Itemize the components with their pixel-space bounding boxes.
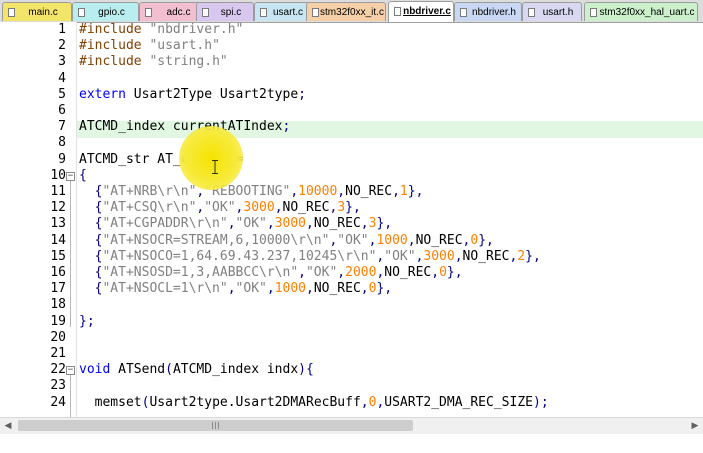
window-bottom (0, 434, 703, 453)
tab-stm32f0xx-it-c[interactable]: stm32f0xx_it.c (306, 2, 386, 21)
line-number: 23 (50, 378, 66, 394)
tab-stm32f0xx-hal-uart-c[interactable]: stm32f0xx_hal_uart.c (584, 2, 698, 21)
file-icon (260, 8, 267, 17)
code-line[interactable]: #include "string.h" (79, 54, 228, 70)
arrow-right-icon[interactable]: ▶ (687, 418, 703, 434)
line-number: 2 (58, 38, 66, 54)
line-number: 24 (50, 394, 66, 410)
file-icon (8, 8, 15, 17)
line-number: 17 (50, 281, 66, 297)
line-number: 9 (58, 151, 66, 167)
file-icon (312, 8, 319, 17)
code-line[interactable]: #include "nbdriver.h" (79, 22, 243, 38)
tab-usart-h[interactable]: usart.h (522, 2, 582, 21)
line-number: 6 (58, 103, 66, 118)
tab-bar: main.c gpio.c adc.c spi.c usart.c stm32f0xx_i… (0, 0, 703, 23)
tab-label: usart.c (272, 7, 303, 18)
code-line[interactable]: {"AT+NSOSD=1,3,AABBCC\r\n","OK",2000,NO_… (79, 265, 463, 281)
line-number: 8 (58, 135, 66, 151)
thumb-grip (215, 422, 216, 429)
line-number: 3 (58, 54, 66, 70)
file-icon (528, 8, 535, 17)
code-line[interactable]: memset(Usart2type.Usart2DMARecBuff,0,USA… (79, 395, 549, 411)
file-icon (460, 8, 467, 17)
code-line[interactable]: ATCMD_index currentATIndex; (79, 119, 290, 135)
tab-nbdriver-c[interactable]: nbdriver.c (388, 1, 454, 22)
tab-nbdriver-h[interactable]: nbdriver.h (454, 2, 522, 21)
arrow-left-icon[interactable]: ◀ (0, 418, 16, 434)
thumb-grip (212, 422, 213, 429)
code-line[interactable]: {"AT+CSQ\r\n","OK",3000,NO_REC,3}, (79, 200, 361, 216)
file-icon (590, 8, 597, 17)
line-number: 12 (50, 200, 66, 216)
minus-box-icon[interactable]: − (66, 171, 75, 181)
tab-label: stm32f0xx_it.c (320, 7, 384, 18)
file-icon (145, 8, 152, 17)
fold-range-line (70, 180, 71, 327)
tab-label: nbdriver.h (472, 7, 516, 18)
line-number: 15 (50, 248, 66, 264)
line-number: 18 (50, 297, 66, 313)
line-number: 13 (50, 216, 66, 232)
code-line[interactable]: {"AT+NSOCL=1\r\n","OK",1000,NO_REC,0}, (79, 281, 392, 297)
line-number: 11 (50, 184, 66, 199)
tab-spi-c[interactable]: spi.c (196, 2, 254, 21)
line-number: 21 (50, 346, 66, 361)
code-line[interactable]: {"AT+NRB\r\n","REBOOTING",10000,NO_REC,1… (79, 184, 424, 200)
line-number: 7 (58, 119, 66, 135)
line-number: 4 (58, 70, 66, 86)
tab-label: usart.h (542, 7, 574, 18)
code-line[interactable]: void ATSend(ATCMD_index indx){ (79, 362, 314, 378)
thumb-grip (218, 422, 219, 429)
minus-box-icon[interactable]: − (66, 366, 75, 376)
line-number: 5 (58, 86, 66, 102)
code-line[interactable]: #include "usart.h" (79, 38, 220, 54)
fold-margin-divider (76, 22, 77, 417)
cursor-highlight-circle (179, 126, 243, 190)
line-number: 19 (50, 313, 66, 329)
tab-label: gpio.c (98, 7, 125, 18)
file-icon (394, 7, 401, 16)
code-line[interactable]: {"AT+NSOCO=1,64.69.43.237,10245\r\n","OK… (79, 249, 541, 265)
file-icon (78, 8, 85, 17)
code-line[interactable]: {"AT+CGPADDR\r\n","OK",3000,NO_REC,3}, (79, 216, 392, 232)
tab-label: spi.c (220, 7, 242, 18)
line-number: 1 (58, 22, 66, 37)
line-number-gutter: 1 2 3 4 5 6 7 8 9 10 11 12 13 14 15 16 17 18 19 20 21 22 23 24−… (0, 22, 76, 424)
line-number: 14 (50, 232, 66, 248)
tab-label: main.c (28, 7, 58, 18)
horizontal-scrollbar[interactable]: ◀ ▶ (0, 417, 703, 434)
code-line[interactable]: extern Usart2Type Usart2type; (79, 87, 306, 103)
tab-gpio-c[interactable]: gpio.c (72, 2, 139, 21)
tab-usart-c[interactable]: usart.c (254, 2, 310, 21)
code-editor[interactable]: 1 2 3 4 5 6 7 8 9 10 11 12 13 14 15 16 17 18 19 20 21 22 23 24−… (0, 22, 703, 424)
ibeam-cursor-icon (212, 160, 218, 174)
scrollbar-thumb[interactable] (18, 420, 413, 431)
line-number: 20 (50, 329, 66, 345)
line-number: 10 (50, 167, 66, 183)
code-line[interactable]: }; (79, 314, 95, 330)
line-number: 16 (50, 265, 66, 280)
tab-label: adc.c (166, 7, 191, 18)
code-line[interactable]: { (79, 168, 87, 184)
tab-main-c[interactable]: main.c (2, 2, 72, 21)
file-icon (202, 8, 209, 17)
tab-label: stm32f0xx_hal_uart.c (599, 7, 695, 18)
line-number: 22 (50, 362, 66, 378)
code-line[interactable]: {"AT+NSOCR=STREAM,6,10000\r\n","OK",1000… (79, 233, 494, 249)
